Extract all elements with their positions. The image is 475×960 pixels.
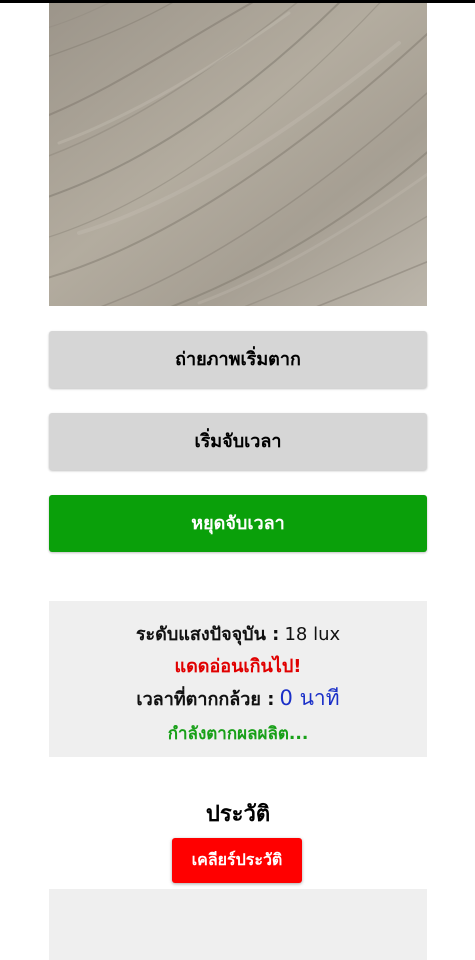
status-panel: ระดับแสงปัจจุบัน : 18 lux แดดอ่อนเกินไป!… xyxy=(49,601,427,757)
clear-history-button[interactable]: เคลียร์ประวัติ xyxy=(172,838,302,883)
history-list xyxy=(49,889,427,960)
light-level-value: 18 lux xyxy=(284,624,341,645)
capture-start-drying-button[interactable]: ถ่ายภาพเริ่มตาก xyxy=(49,331,427,388)
drying-time-value: 0 นาที xyxy=(279,686,340,710)
camera-preview xyxy=(49,3,427,306)
stop-timer-button[interactable]: หยุดจับเวลา xyxy=(49,495,427,552)
light-level-label: ระดับแสงปัจจุบัน : xyxy=(135,624,280,645)
light-warning-text: แดดอ่อนเกินไป! xyxy=(174,656,302,677)
drying-time-row: เวลาที่ตากกล้วย : 0 นาที xyxy=(49,682,427,715)
light-level-row: ระดับแสงปัจจุบัน : 18 lux xyxy=(49,619,427,648)
history-title: ประวัติ xyxy=(205,802,271,827)
app-screen: ถ่ายภาพเริ่มตาก เริ่มจับเวลา หยุดจับเวลา… xyxy=(0,0,475,960)
start-timer-button[interactable]: เริ่มจับเวลา xyxy=(49,413,427,470)
product-status-text: กำลังตากผลผลิต... xyxy=(167,724,309,744)
drying-time-label: เวลาที่ตากกล้วย : xyxy=(136,689,275,710)
